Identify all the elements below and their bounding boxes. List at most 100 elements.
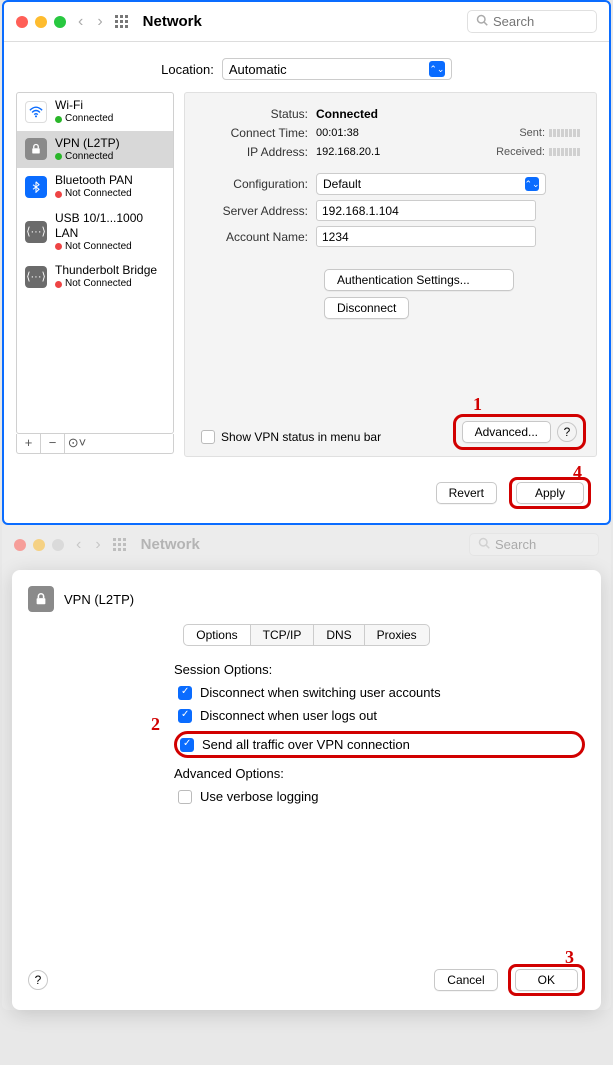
checkbox[interactable]: [178, 790, 192, 804]
more-service-button[interactable]: ⊙˅: [65, 434, 89, 453]
status-dot-icon: [55, 243, 62, 250]
checkbox[interactable]: [178, 686, 192, 700]
annotation-3: 3: [565, 947, 574, 968]
search-input: [495, 537, 580, 552]
sent-label: Sent:: [519, 127, 545, 139]
ethernet-icon: ⟨···⟩: [25, 266, 47, 288]
show-all-icon: [113, 538, 127, 552]
cancel-button[interactable]: Cancel: [434, 969, 497, 991]
service-name: VPN (L2TP): [55, 136, 120, 151]
disconnect-button[interactable]: Disconnect: [324, 297, 409, 319]
service-sidebar: Wi-Fi Connected VPN (L2TP) Connected Blu…: [16, 92, 174, 457]
ip-value: 192.168.20.1: [316, 146, 480, 158]
zoom-icon[interactable]: [54, 16, 66, 28]
location-select[interactable]: Automatic ⌃⌄: [222, 58, 452, 80]
auth-settings-button[interactable]: Authentication Settings...: [324, 269, 514, 291]
show-vpn-checkbox[interactable]: [201, 430, 215, 444]
tab-options[interactable]: Options: [183, 624, 250, 646]
status-label: Status:: [201, 107, 316, 121]
titlebar-dimmed: ‹ › Network: [2, 525, 611, 564]
status-value: Connected: [316, 107, 580, 121]
remove-service-button[interactable]: −: [41, 434, 65, 453]
server-address-input[interactable]: [316, 200, 536, 221]
window-title: Network: [143, 13, 202, 30]
connect-time-value: 00:01:38: [316, 127, 480, 139]
highlight-box-2: 2 Send all traffic over VPN connection: [174, 731, 585, 758]
ethernet-icon: ⟨···⟩: [25, 221, 47, 243]
ok-button[interactable]: OK: [515, 969, 578, 991]
help-button[interactable]: ?: [557, 422, 577, 442]
opt-label: Send all traffic over VPN connection: [202, 737, 410, 752]
forward-button: ›: [93, 536, 102, 554]
annotation-2: 2: [151, 714, 160, 735]
show-all-icon[interactable]: [115, 15, 129, 29]
account-name-input[interactable]: [316, 226, 536, 247]
minimize-icon[interactable]: [33, 539, 45, 551]
search-icon: [476, 14, 488, 29]
network-prefs-window: ‹ › Network Location: Automatic ⌃⌄: [2, 0, 611, 525]
revert-button[interactable]: Revert: [436, 482, 497, 504]
show-vpn-status-row[interactable]: Show VPN status in menu bar: [201, 430, 381, 444]
annotation-1: 1: [473, 394, 482, 415]
advanced-options-label: Advanced Options:: [174, 766, 585, 781]
service-item-wifi[interactable]: Wi-Fi Connected: [17, 93, 173, 131]
service-status: Not Connected: [65, 241, 132, 254]
service-name: Bluetooth PAN: [55, 173, 133, 188]
tab-bar: Options TCP/IP DNS Proxies: [28, 624, 585, 646]
location-row: Location: Automatic ⌃⌄: [4, 42, 609, 92]
service-status: Connected: [65, 151, 113, 164]
wifi-icon: [25, 101, 47, 123]
tab-proxies[interactable]: Proxies: [365, 624, 430, 646]
search-icon: [478, 537, 490, 552]
sent-bars-icon: [549, 129, 580, 137]
configuration-select[interactable]: Default ⌃⌄: [316, 173, 546, 195]
bluetooth-icon: [25, 176, 47, 198]
service-status: Not Connected: [65, 188, 132, 201]
service-item-usb[interactable]: ⟨···⟩ USB 10/1...1000 LAN Not Connected: [17, 206, 173, 259]
minimize-icon[interactable]: [35, 16, 47, 28]
opt-label: Disconnect when user logs out: [200, 708, 377, 723]
highlight-box-4: 4 Apply: [509, 477, 591, 509]
chevron-updown-icon: ⌃⌄: [429, 61, 445, 77]
status-dot-icon: [55, 116, 62, 123]
highlight-box-1: Advanced... ?: [453, 414, 586, 450]
location-label: Location:: [161, 62, 214, 77]
opt-disconnect-switch-user[interactable]: Disconnect when switching user accounts: [178, 685, 585, 700]
close-icon[interactable]: [14, 539, 26, 551]
session-options-label: Session Options:: [174, 662, 585, 677]
annotation-4: 4: [573, 462, 582, 483]
location-value: Automatic: [229, 62, 287, 77]
opt-disconnect-logout[interactable]: Disconnect when user logs out: [178, 708, 585, 723]
window-footer: Revert 4 Apply: [4, 467, 609, 523]
close-icon[interactable]: [16, 16, 28, 28]
help-button[interactable]: ?: [28, 970, 48, 990]
window-title: Network: [141, 536, 200, 553]
status-dot-icon: [55, 281, 62, 288]
tab-dns[interactable]: DNS: [314, 624, 364, 646]
service-name: Wi-Fi: [55, 98, 113, 113]
tab-tcpip[interactable]: TCP/IP: [251, 624, 315, 646]
search-field: [469, 533, 599, 556]
show-vpn-label: Show VPN status in menu bar: [221, 430, 381, 444]
service-list: Wi-Fi Connected VPN (L2TP) Connected Blu…: [16, 92, 174, 434]
server-label: Server Address:: [201, 204, 316, 218]
apply-button[interactable]: Apply: [516, 482, 584, 504]
service-list-buttons: + − ⊙˅: [16, 434, 174, 454]
search-input[interactable]: [493, 14, 578, 29]
opt-label: Disconnect when switching user accounts: [200, 685, 441, 700]
sheet-header: VPN (L2TP): [28, 586, 585, 612]
service-item-thunderbolt[interactable]: ⟨···⟩ Thunderbolt Bridge Not Connected: [17, 258, 173, 296]
service-status: Connected: [65, 113, 113, 126]
search-field[interactable]: [467, 10, 597, 33]
back-button[interactable]: ‹: [76, 13, 85, 31]
send-all-traffic-checkbox[interactable]: [180, 738, 194, 752]
zoom-icon: [52, 539, 64, 551]
checkbox[interactable]: [178, 709, 192, 723]
forward-button[interactable]: ›: [95, 13, 104, 31]
service-item-bluetooth[interactable]: Bluetooth PAN Not Connected: [17, 168, 173, 206]
advanced-button[interactable]: Advanced...: [462, 421, 551, 443]
add-service-button[interactable]: +: [17, 434, 41, 453]
ip-label: IP Address:: [201, 145, 316, 159]
opt-verbose-logging[interactable]: Use verbose logging: [178, 789, 585, 804]
service-item-vpn[interactable]: VPN (L2TP) Connected: [17, 131, 173, 169]
